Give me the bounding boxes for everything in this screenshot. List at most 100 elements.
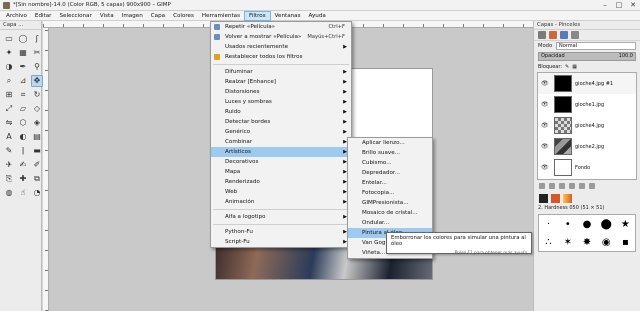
measure-icon[interactable]: ⊿	[17, 75, 29, 87]
opacity-slider[interactable]: Opacidad 100.0	[538, 52, 636, 61]
menu-item-artisticos[interactable]: Artísticos ▶	[211, 147, 351, 157]
layer-row[interactable]: 👁 Fondo	[538, 157, 636, 178]
layer-row[interactable]: 👁 gioche2.jpg	[538, 136, 636, 157]
gradient-icon[interactable]: ▤	[31, 131, 43, 143]
paths-icon[interactable]: ✒	[17, 61, 29, 73]
perspective-icon[interactable]: ◇	[31, 103, 43, 115]
lock-alpha-icon[interactable]: ▦	[572, 64, 577, 70]
bucket-fill-icon[interactable]: ◐	[17, 131, 29, 143]
menu-capa[interactable]: Capa	[147, 11, 169, 21]
brush-preview[interactable]: ✸	[583, 237, 591, 248]
rect-select-icon[interactable]: ▭	[3, 33, 15, 45]
ink-icon[interactable]: ✍	[17, 159, 29, 171]
menu-item-animacion[interactable]: Animación ▶	[211, 197, 351, 207]
menu-item-cubismo[interactable]: Cubismo...	[348, 158, 432, 168]
heal-icon[interactable]: ✚	[17, 173, 29, 185]
menu-item-detectar-bordes[interactable]: Detectar bordes ▶	[211, 117, 351, 127]
menu-item-luces-sombras[interactable]: Luces y sombras ▶	[211, 97, 351, 107]
menu-item-brillo-suave[interactable]: Brillo suave...	[348, 148, 432, 158]
smudge-icon[interactable]: ☝	[17, 187, 29, 199]
warp-icon[interactable]: ◈	[31, 117, 43, 129]
brush-star-icon[interactable]: ★	[621, 219, 630, 230]
brush-preview[interactable]: ▪	[622, 237, 629, 248]
minimize-button[interactable]: –	[598, 0, 612, 11]
menu-item-alfa-logotipo[interactable]: Alfa a logotipo ▶	[211, 212, 351, 222]
maximize-button[interactable]: □	[612, 0, 626, 11]
menu-item-distorsiones[interactable]: Distorsiones ▶	[211, 87, 351, 97]
lower-layer-icon[interactable]	[559, 183, 565, 189]
brush-grid[interactable]: · • ● ⬤ ★ ∴ ✶ ✸ ◉ ▪	[538, 214, 636, 252]
visibility-eye-icon[interactable]: 👁	[541, 101, 551, 108]
mypaint-brush-icon[interactable]: ✐	[31, 159, 43, 171]
gradients-tab-icon[interactable]	[563, 194, 572, 203]
crop-icon[interactable]: ⌗	[17, 89, 29, 101]
menu-item-script-fu[interactable]: Script-Fu ▶	[211, 237, 351, 247]
menu-item-decorativos[interactable]: Decorativos ▶	[211, 157, 351, 167]
visibility-eye-icon[interactable]: 👁	[541, 80, 551, 87]
flip-icon[interactable]: ⇋	[3, 117, 15, 129]
menu-item-difuminar[interactable]: Difuminar ▶	[211, 67, 351, 77]
menu-item-ruido[interactable]: Ruido ▶	[211, 107, 351, 117]
rotate-icon[interactable]: ↻	[31, 89, 43, 101]
menu-vista[interactable]: Vista	[96, 11, 118, 21]
brush-preview[interactable]: ∴	[545, 237, 551, 248]
free-select-icon[interactable]: ʃ	[31, 33, 43, 45]
anchor-layer-icon[interactable]	[579, 183, 585, 189]
menu-item-depredador[interactable]: Depredador...	[348, 168, 432, 178]
ellipse-select-icon[interactable]: ◯	[17, 33, 29, 45]
menu-item-mosaico-cristal[interactable]: Mosaico de cristal...	[348, 208, 432, 218]
move-icon[interactable]: ✥	[31, 75, 43, 87]
menu-item-realzar[interactable]: Realzar [Enhance] ▶	[211, 77, 351, 87]
menu-item-python-fu[interactable]: Python-Fu ▶	[211, 227, 351, 237]
menu-ayuda[interactable]: Ayuda	[305, 11, 330, 21]
menu-imagen[interactable]: Imagen	[118, 11, 147, 21]
menu-item-gimpresionista[interactable]: GIMPresionista...	[348, 198, 432, 208]
perspective-clone-icon[interactable]: ⧉	[31, 173, 43, 185]
layer-row[interactable]: 👁 gioche4.jpg #1	[538, 73, 636, 94]
blur-icon[interactable]: ◍	[3, 187, 15, 199]
color-picker-icon[interactable]: ⚲	[31, 61, 43, 73]
color-select-icon[interactable]: ▦	[17, 47, 29, 59]
scale-icon[interactable]: ⤢	[3, 103, 15, 115]
zoom-icon[interactable]: ⌕	[3, 75, 15, 87]
menu-item-repeat[interactable]: Repetir «Película» Ctrl+F	[211, 22, 351, 32]
delete-layer-icon[interactable]	[589, 183, 595, 189]
paintbrush-icon[interactable]: ǀ	[17, 145, 29, 157]
menu-item-renderizado[interactable]: Renderizado ▶	[211, 177, 351, 187]
visibility-eye-icon[interactable]: 👁	[541, 164, 551, 171]
menu-filtros[interactable]: Filtros	[244, 10, 271, 21]
cage-icon[interactable]: ⬡	[17, 117, 29, 129]
brush-preview[interactable]: •	[565, 219, 571, 230]
menu-item-reshow[interactable]: Volver a mostrar «Película» Mayús+Ctrl+F	[211, 32, 351, 42]
menu-item-combinar[interactable]: Combinar ▶	[211, 137, 351, 147]
menu-item-aplicar-lienzo[interactable]: Aplicar lienzo...	[348, 138, 432, 148]
close-button[interactable]: ✕	[626, 0, 640, 11]
fuzzy-select-icon[interactable]: ✦	[3, 47, 15, 59]
brush-preview[interactable]: ⬤	[601, 219, 612, 230]
menu-item-mapa[interactable]: Mapa ▶	[211, 167, 351, 177]
dodge-burn-icon[interactable]: ◔	[31, 187, 43, 199]
menu-seleccionar[interactable]: Seleccionar	[55, 11, 95, 21]
menu-item-fotocopia[interactable]: Fotocopia...	[348, 188, 432, 198]
menu-item-entelar[interactable]: Entelar...	[348, 178, 432, 188]
menu-editar[interactable]: Editar	[31, 11, 56, 21]
eraser-icon[interactable]: ▬	[31, 145, 43, 157]
airbrush-icon[interactable]: ✈	[3, 159, 15, 171]
menu-item-generico[interactable]: Genérico ▶	[211, 127, 351, 137]
menu-colores[interactable]: Colores	[169, 11, 198, 21]
duplicate-layer-icon[interactable]	[569, 183, 575, 189]
brush-preview[interactable]: ●	[583, 219, 592, 230]
mode-select[interactable]: Normal	[556, 42, 636, 50]
visibility-eye-icon[interactable]: 👁	[541, 143, 551, 150]
menu-item-web[interactable]: Web ▶	[211, 187, 351, 197]
brush-preview[interactable]: ✶	[564, 237, 572, 248]
layer-row[interactable]: 👁 gioche4.jpg	[538, 115, 636, 136]
menu-item-recent[interactable]: Usados recientemente ▶	[211, 42, 351, 52]
menu-herramientas[interactable]: Herramientas	[198, 11, 244, 21]
menu-archivo[interactable]: Archivo	[2, 11, 31, 21]
new-layer-icon[interactable]	[539, 183, 545, 189]
clone-icon[interactable]: ⎘	[3, 173, 15, 185]
pencil-icon[interactable]: ✎	[3, 145, 15, 157]
scissors-icon[interactable]: ✂	[31, 47, 43, 59]
menu-item-ondular[interactable]: Ondular...	[348, 218, 432, 228]
